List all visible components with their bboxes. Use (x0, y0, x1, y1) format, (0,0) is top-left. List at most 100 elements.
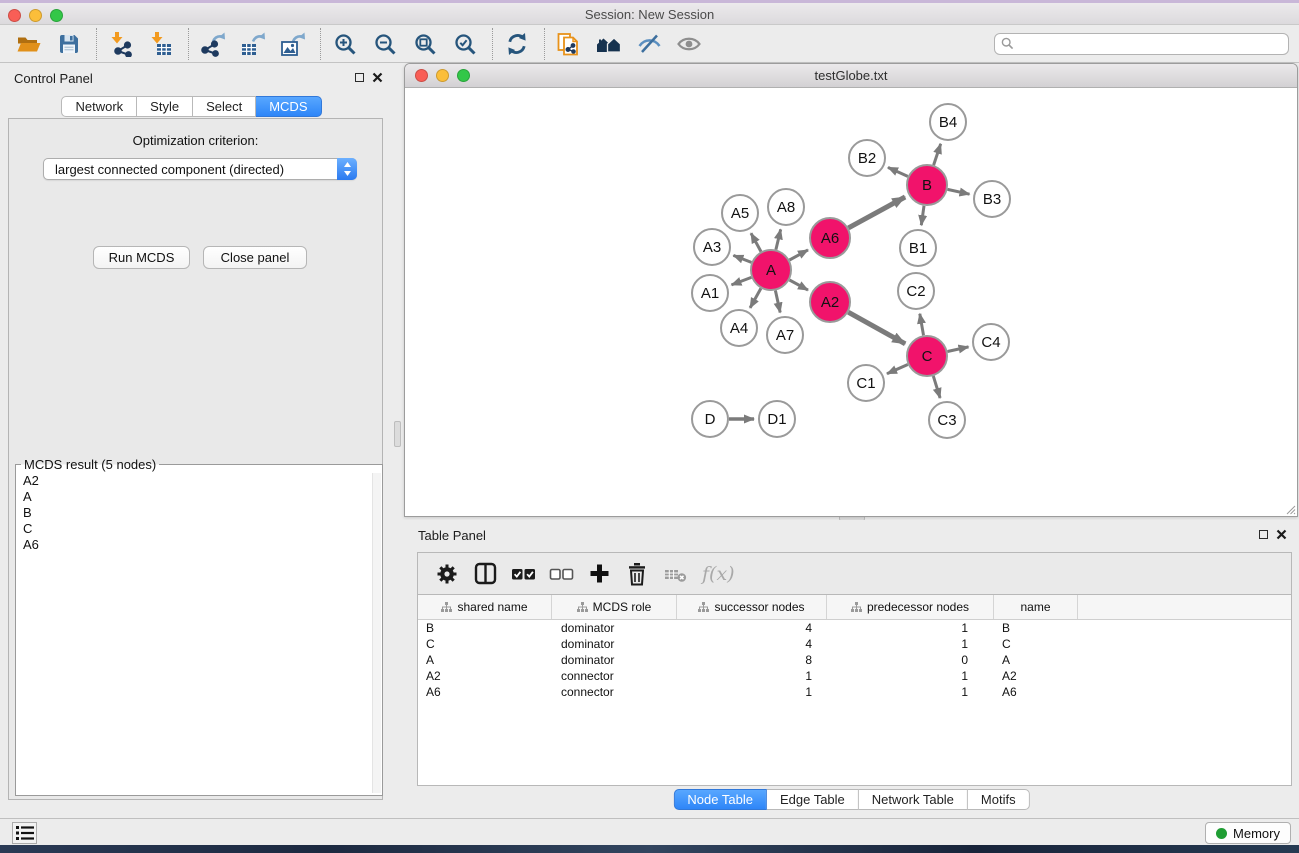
edge-B-B2[interactable] (888, 167, 908, 176)
graph-node-A7[interactable]: A7 (767, 317, 803, 353)
import-network-button[interactable] (106, 28, 136, 60)
save-session-button[interactable] (54, 28, 84, 60)
delete-columns-button[interactable] (620, 557, 654, 591)
vertical-splitter-grip[interactable] (394, 421, 401, 447)
table-row[interactable]: Bdominator41B (418, 620, 1291, 636)
export-network-button[interactable] (198, 28, 228, 60)
column-header-predecessor-nodes[interactable]: predecessor nodes (827, 595, 994, 619)
edge-A2-C[interactable] (848, 312, 905, 344)
graph-node-A2[interactable]: A2 (810, 282, 850, 322)
table-row[interactable]: Adominator80A (418, 652, 1291, 668)
optimization-criterion-select[interactable]: largest connected component (directed) (43, 158, 357, 180)
tab-style[interactable]: Style (137, 96, 193, 117)
mcds-result-item[interactable]: C (16, 521, 370, 537)
fit-content-button[interactable] (410, 28, 440, 60)
edge-A-A7[interactable] (775, 291, 780, 313)
deselect-all-button[interactable] (544, 557, 578, 591)
network-overview-button[interactable] (594, 28, 624, 60)
graph-node-C2[interactable]: C2 (898, 273, 934, 309)
network-window-title-bar[interactable]: testGlobe.txt (405, 64, 1297, 88)
show-columns-button[interactable] (468, 557, 502, 591)
close-panel-button[interactable]: Close panel (203, 246, 307, 269)
graph-node-B2[interactable]: B2 (849, 140, 885, 176)
task-history-button[interactable] (12, 822, 37, 844)
edge-C-C2[interactable] (920, 314, 924, 336)
edge-A-A5[interactable] (751, 233, 761, 251)
select-all-button[interactable] (506, 557, 540, 591)
graph-node-B[interactable]: B (907, 165, 947, 205)
float-panel-icon[interactable] (355, 73, 364, 82)
open-session-button[interactable] (14, 28, 44, 60)
graph-node-A4[interactable]: A4 (721, 310, 757, 346)
column-header-successor-nodes[interactable]: successor nodes (677, 595, 827, 619)
edge-A6-B[interactable] (848, 197, 905, 228)
column-header-MCDS-role[interactable]: MCDS role (552, 595, 677, 619)
edge-C-C3[interactable] (933, 376, 940, 398)
mcds-result-item[interactable]: A (16, 489, 370, 505)
mcds-result-item[interactable]: A6 (16, 537, 370, 553)
delete-table-button[interactable] (658, 557, 692, 591)
graph-node-A6[interactable]: A6 (810, 218, 850, 258)
function-builder-button[interactable]: f(x) (702, 563, 735, 585)
tab-motifs[interactable]: Motifs (968, 789, 1030, 810)
graph-node-C4[interactable]: C4 (973, 324, 1009, 360)
zoom-in-button[interactable] (330, 28, 360, 60)
memory-button[interactable]: Memory (1205, 822, 1291, 844)
tab-select[interactable]: Select (193, 96, 256, 117)
edge-C-C1[interactable] (887, 365, 908, 374)
edge-A-A6[interactable] (790, 250, 809, 260)
mcds-result-item[interactable]: A2 (16, 473, 370, 489)
search-input[interactable] (1018, 37, 1282, 51)
graph-node-B1[interactable]: B1 (900, 230, 936, 266)
zoom-selected-button[interactable] (450, 28, 480, 60)
table-row[interactable]: A2connector11A2 (418, 668, 1291, 684)
graph-node-D1[interactable]: D1 (759, 401, 795, 437)
table-mode-button[interactable] (430, 557, 464, 591)
tab-network-table[interactable]: Network Table (859, 789, 968, 810)
edge-B-B1[interactable] (921, 206, 924, 225)
graph-node-A[interactable]: A (751, 250, 791, 290)
tab-node-table[interactable]: Node Table (673, 789, 767, 810)
import-table-button[interactable] (146, 28, 176, 60)
graph-node-A5[interactable]: A5 (722, 195, 758, 231)
tab-network[interactable]: Network (61, 96, 137, 117)
export-table-button[interactable] (238, 28, 268, 60)
graph-node-A1[interactable]: A1 (692, 275, 728, 311)
graph-node-A3[interactable]: A3 (694, 229, 730, 265)
zoom-out-button[interactable] (370, 28, 400, 60)
run-mcds-button[interactable]: Run MCDS (93, 246, 190, 269)
show-graphics-details-button[interactable] (674, 28, 704, 60)
graph-node-C1[interactable]: C1 (848, 365, 884, 401)
table-row[interactable]: Cdominator41C (418, 636, 1291, 652)
edge-B-B4[interactable] (934, 144, 941, 165)
create-column-button[interactable] (582, 557, 616, 591)
edge-A-A2[interactable] (790, 280, 809, 290)
export-image-button[interactable] (278, 28, 308, 60)
table-row[interactable]: A6connector11A6 (418, 684, 1291, 700)
edge-C-C4[interactable] (948, 347, 969, 352)
network-canvas[interactable]: A A1 A2 A3 A4 A5 A6 A7 A8 B B1 B2 B3 B4 C C1 C2 C3 C4 D D1 (405, 88, 1297, 516)
graph-node-D[interactable]: D (692, 401, 728, 437)
mcds-result-scrollbar[interactable] (372, 473, 381, 793)
graph-node-B3[interactable]: B3 (974, 181, 1010, 217)
window-resize-grip[interactable] (1284, 503, 1296, 515)
graph-node-A8[interactable]: A8 (768, 189, 804, 225)
graph-node-C3[interactable]: C3 (929, 402, 965, 438)
float-panel-icon[interactable] (1259, 530, 1268, 539)
mcds-result-item[interactable]: B (16, 505, 370, 521)
close-panel-icon[interactable] (372, 72, 383, 83)
column-header-name[interactable]: name (994, 595, 1078, 619)
close-panel-icon[interactable] (1276, 529, 1287, 540)
apply-layout-button[interactable] (502, 28, 532, 60)
edge-A-A4[interactable] (750, 288, 761, 308)
column-header-shared-name[interactable]: shared name (418, 595, 552, 619)
tab-edge-table[interactable]: Edge Table (767, 789, 859, 810)
edge-A-A8[interactable] (776, 229, 781, 249)
hide-graphics-details-button[interactable] (634, 28, 664, 60)
graph-node-B4[interactable]: B4 (930, 104, 966, 140)
tab-mcds[interactable]: MCDS (256, 96, 321, 117)
edge-A-A1[interactable] (732, 277, 752, 285)
edge-A-A3[interactable] (733, 255, 751, 262)
first-neighbors-button[interactable] (554, 28, 584, 60)
graph-node-C[interactable]: C (907, 336, 947, 376)
